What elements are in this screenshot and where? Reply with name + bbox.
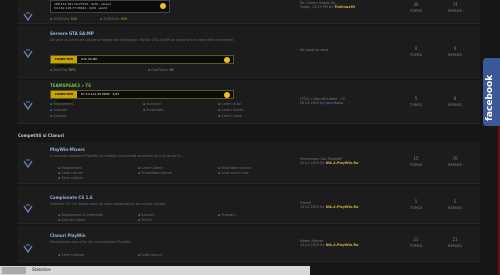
replies-count: 8 REPLIES — [448, 96, 462, 107]
topics-count: 15 TOPICS — [409, 156, 423, 167]
forum-description: Turneele CS 1.6 desfasurate de catre org… — [50, 202, 167, 206]
last-post-date: 26 Jul 2015 by — [300, 101, 325, 105]
last-post-title: No posts to view — [300, 48, 329, 52]
topics-count: 21 TOPICS — [409, 237, 423, 248]
forum-row: Campionate CS 1.6 Turneele CS 1.6 desfas… — [18, 186, 480, 224]
forum-description: In aceasta categorie PlayWin Archibald v… — [50, 154, 184, 158]
forum-title[interactable]: TEAMSPEAK3 » TS — [50, 83, 91, 88]
subforum-link[interactable]: ▪Regulament — [58, 166, 82, 170]
last-post: No posts to view — [300, 48, 328, 52]
last-post-author[interactable]: jocuriboua — [326, 101, 344, 105]
bottom-bar-label[interactable]: Statistice — [32, 267, 51, 272]
subforum-link[interactable]: ▪Inscrieri — [138, 213, 155, 217]
connect-button[interactable]: CONECTATI PENTRU — [51, 91, 77, 103]
subforum-link[interactable]: ▪Prezentari — [143, 108, 163, 112]
last-post-author[interactable]: Nik.4.PlayWin.Ro — [326, 205, 359, 209]
banner-status-icon — [224, 57, 230, 63]
facebook-tab-label: facebook — [485, 74, 495, 121]
server-banner[interactable]: CONECTATI PENTRU 87.10.212.99 PR8P · 3/3… — [50, 90, 234, 103]
subforum-link[interactable]: ▪Cereri Grad — [218, 102, 241, 106]
subforum-link[interactable]: ▪Listă clanuri — [138, 253, 162, 257]
forum-row: Clanuri PlayWin Prezentarea clanurilor d… — [18, 226, 480, 262]
facebook-side-tab[interactable]: facebook — [483, 58, 500, 126]
forum-title[interactable]: Clanuri PlayWin — [50, 233, 86, 238]
last-post[interactable]: Model Aliante 13 Jul 2015 By Nik.4.PlayW… — [300, 239, 358, 247]
last-post-date: 13 Jul 2015 By — [300, 243, 325, 247]
replies-count: 21 REPLIES — [448, 237, 462, 248]
replies-count: 0 REPLIES — [448, 46, 462, 57]
topics-count: 5 TOPICS — [409, 199, 423, 210]
subforum-link[interactable]: ▪Prezentare clanuri — [138, 171, 172, 175]
server-banner-text: 87.10.212.99 PR8P · 3/32 — [81, 92, 120, 96]
last-post[interactable]: Premii 13 Jul 2015 By Nik.4.PlayWin.Ro — [300, 201, 358, 209]
server-banner[interactable]: 188.212.101.16:27015 · 0/20 · versuri 54… — [50, 0, 170, 13]
server-banner[interactable]: CONECTATI PENTRU GTA SA:MP — [50, 55, 234, 68]
topics-count: 5 TOPICS — [409, 96, 423, 107]
forum-icon — [23, 154, 33, 169]
banner-status-icon — [160, 3, 166, 9]
subforum-link[interactable]: ▪GodFather RC — [148, 68, 174, 72]
category-title[interactable]: Competitii si Clanuri — [18, 133, 64, 138]
forum-icon — [23, 239, 33, 254]
subforum-link[interactable]: ▪SURVIVAL MIX — [100, 17, 127, 21]
bottom-bar-button[interactable] — [2, 267, 26, 274]
topics-count: 46 TOPICS — [409, 2, 423, 13]
forum-title[interactable]: Campionate CS 1.6 — [50, 195, 93, 200]
last-post[interactable]: [TS3] » Discutii Libere - TS 26 Jul 2015… — [300, 97, 345, 105]
replies-count: 76 REPLIES — [448, 156, 462, 167]
subforum-link[interactable]: ▪Discutii Libere — [58, 218, 85, 222]
last-post[interactable]: Prezentare Clan MoobiBP 20 Jul 2015 By N… — [300, 157, 358, 165]
last-post-date: 20 Jul 2015 By — [300, 161, 325, 165]
subforum-link[interactable]: ▪SURVIVAL MIX — [50, 17, 77, 21]
server-banner-text: 188.212.101.16:27015 · 0/20 · versuri 54… — [54, 2, 112, 10]
subforum-link[interactable]: ▪Cereri aliante — [58, 253, 84, 257]
subforum-link[interactable]: ▪Rezultate meciuri — [218, 166, 251, 170]
subforum-link[interactable]: ▪Diverse — [50, 114, 66, 118]
subforum-link[interactable]: ▪Cereri Canal — [218, 114, 242, 118]
forum-row: TEAMSPEAK3 » TS CONECTATI PENTRU 87.10.2… — [18, 80, 480, 124]
last-post-date: Today, 13:10 PM by — [300, 5, 334, 9]
subforum-link[interactable]: ▪Cereri server — [58, 171, 83, 175]
subforum-link[interactable]: ▪Program — [218, 213, 236, 217]
connect-button[interactable]: CONECTATI PENTRU — [51, 56, 77, 68]
bottom-bar: Statistice — [0, 266, 310, 275]
forum-icon — [23, 199, 33, 214]
subforum-link[interactable]: ▪Scandal — [50, 108, 67, 112]
subforum-link[interactable]: ▪Premii — [138, 218, 152, 222]
forum-row: Servere GTA SA:MP Servere cu cereri de t… — [18, 26, 480, 78]
forum-title[interactable]: Servere GTA SA:MP — [50, 31, 94, 36]
forum-row: PlayWin-Mixers In aceasta categorie Play… — [18, 142, 480, 184]
forum-title[interactable]: PlayWin-Mixers — [50, 147, 85, 152]
subforum-link[interactable]: ▪Anunturi — [143, 102, 161, 106]
last-post-author[interactable]: Thelinux69 — [334, 5, 355, 9]
replies-count: 74 REPLIES — [448, 2, 462, 13]
last-post-author[interactable]: Nik.4.PlayWin.Ro — [326, 243, 359, 247]
replies-count: 5 REPLIES — [448, 199, 462, 210]
last-post[interactable]: Re: Cerere Unban Sp... Today, 13:10 PM b… — [300, 1, 355, 9]
forum-icon — [23, 44, 33, 59]
forum-icon — [23, 7, 33, 22]
subforum-link[interactable]: ▪Listă server mix — [218, 171, 248, 175]
subforum-link[interactable]: ▪Zone ostiliza — [58, 176, 83, 180]
page: 188.212.101.16:27015 · 0/20 · versuri 54… — [0, 0, 500, 275]
subforum-link[interactable]: ▪Cereri Admin — [138, 166, 163, 170]
subforum-link[interactable]: ▪Cereri Unban — [218, 108, 244, 112]
topics-count: 0 TOPICS — [409, 46, 423, 57]
subforum-link[interactable]: ▪Regulament — [50, 102, 74, 106]
subforum-link[interactable]: ▪Regulament & Informatii — [58, 213, 103, 217]
banner-status-icon — [224, 92, 230, 98]
last-post-author[interactable]: Nik.4.PlayWin.Ro — [326, 161, 359, 165]
last-post-date: 13 Jul 2015 By — [300, 205, 325, 209]
forum-description: Servere cu cereri de tot genul legate de… — [50, 38, 235, 42]
forum-row: 188.212.101.16:27015 · 0/20 · versuri 54… — [18, 0, 480, 24]
server-banner-text: GTA SA:MP — [81, 57, 98, 61]
subforum-link[interactable]: ▪RolePlay RPG — [50, 68, 76, 72]
forum-icon — [23, 96, 33, 111]
forum-description: Prezentarea clanurilor din comunitatea P… — [50, 240, 132, 244]
